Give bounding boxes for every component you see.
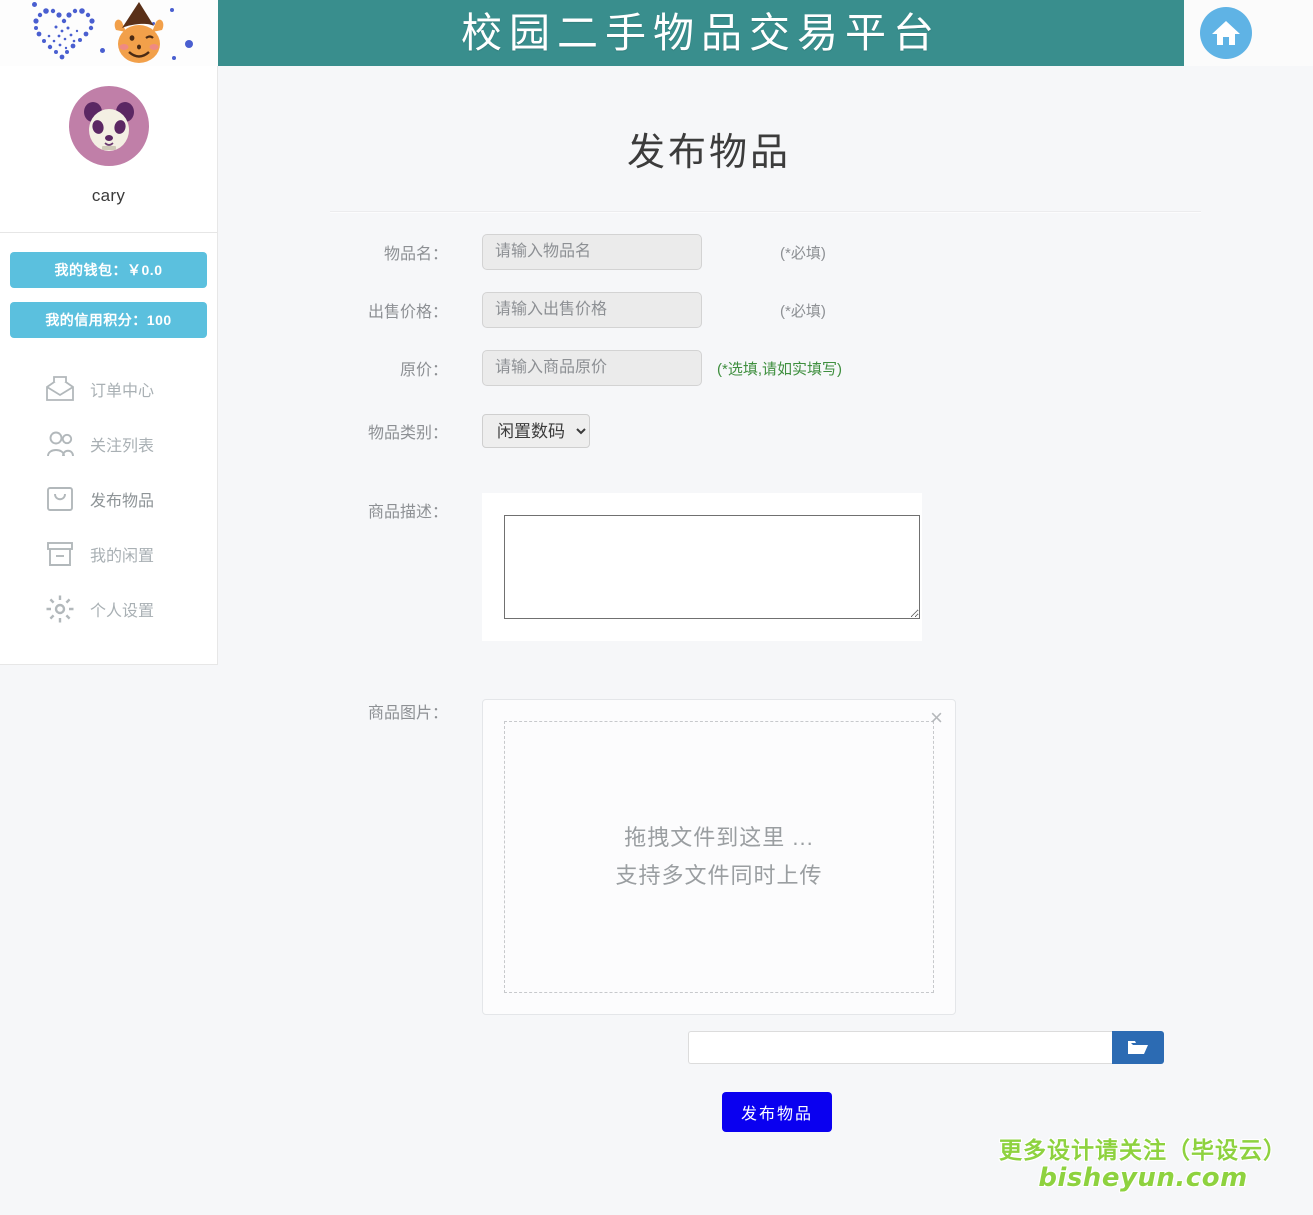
description-label: 商品描述： — [330, 493, 482, 522]
user-profile: cary — [0, 66, 217, 233]
credit-score-badge[interactable]: 我的信用积分：100 — [10, 302, 207, 338]
item-name-label: 物品名： — [330, 240, 482, 264]
users-icon — [44, 428, 76, 460]
form-row-original-price: 原价： (*选填,请如实填写) — [218, 350, 1313, 386]
description-card — [482, 493, 922, 641]
form-row-description: 商品描述： — [218, 493, 1313, 641]
form-row-item-name: 物品名： (*必填) — [218, 234, 1313, 270]
panda-avatar — [69, 86, 149, 166]
sidebar-item-label: 个人设置 — [90, 597, 154, 621]
username: cary — [0, 186, 217, 206]
original-price-input[interactable] — [482, 350, 702, 386]
sidebar-item-label: 我的闲置 — [90, 542, 154, 566]
item-name-hint: (*必填) — [780, 242, 826, 263]
gear-icon — [44, 593, 76, 625]
sidebar-item-following-list[interactable]: 关注列表 — [0, 416, 217, 471]
deco-dot — [32, 2, 37, 7]
shopping-bag-icon — [44, 483, 76, 515]
form-row-sale-price: 出售价格： (*必填) — [218, 292, 1313, 328]
app-header: 校园二手物品交易平台 — [218, 0, 1184, 66]
sidebar-item-personal-settings[interactable]: 个人设置 — [0, 581, 217, 636]
envelope-open-icon — [44, 373, 76, 405]
home-button[interactable] — [1200, 7, 1252, 59]
archive-box-icon — [44, 538, 76, 570]
original-price-hint: (*选填,请如实填写) — [717, 358, 842, 379]
home-icon — [1209, 16, 1243, 50]
dropzone-card: × 拖拽文件到这里 ... 支持多文件同时上传 — [482, 699, 956, 1015]
deco-dot — [170, 8, 174, 12]
header-right-area — [1184, 0, 1313, 66]
sidebar-item-order-center[interactable]: 订单中心 — [0, 361, 217, 416]
witch-hat-smiley-icon — [108, 2, 170, 66]
sidebar-item-publish-item[interactable]: 发布物品 — [0, 471, 217, 526]
sale-price-input[interactable] — [482, 292, 702, 328]
app-title: 校园二手物品交易平台 — [218, 0, 1184, 66]
publish-item-button[interactable]: 发布物品 — [722, 1092, 832, 1132]
sale-price-hint: (*必填) — [780, 300, 826, 321]
form-row-category: 物品类别： 闲置数码 — [218, 414, 1313, 448]
file-dropzone[interactable]: 拖拽文件到这里 ... 支持多文件同时上传 — [504, 721, 934, 993]
dropzone-line-2: 支持多文件同时上传 — [615, 857, 822, 895]
sidebar-divider — [0, 232, 217, 233]
dotted-heart-icon — [26, 3, 106, 65]
sidebar-item-label: 关注列表 — [90, 432, 154, 456]
original-price-label: 原价： — [330, 356, 482, 380]
sidebar-item-label: 订单中心 — [90, 377, 154, 401]
file-path-input[interactable] — [688, 1031, 1112, 1064]
sidebar-item-label: 发布物品 — [90, 487, 154, 511]
deco-dot — [172, 56, 176, 60]
sidebar-badges: 我的钱包：￥0.0 我的信用积分：100 — [0, 252, 217, 338]
wallet-badge[interactable]: 我的钱包：￥0.0 — [10, 252, 207, 288]
title-divider — [330, 211, 1201, 212]
item-name-input[interactable] — [482, 234, 702, 270]
submit-row: 发布物品 — [218, 1092, 1313, 1132]
category-select[interactable]: 闲置数码 — [482, 414, 590, 448]
sidebar: cary 我的钱包：￥0.0 我的信用积分：100 订单中心 — [0, 0, 218, 665]
page-title: 发布物品 — [218, 121, 1313, 176]
dropzone-line-1: 拖拽文件到这里 ... — [624, 819, 813, 857]
description-textarea[interactable] — [504, 515, 920, 619]
sidebar-nav: 订单中心 关注列表 发布物品 — [0, 361, 217, 636]
images-label: 商品图片： — [330, 699, 482, 723]
deco-dot — [185, 40, 193, 48]
sidebar-item-my-idle-items[interactable]: 我的闲置 — [0, 526, 217, 581]
decoration-banner — [0, 0, 218, 66]
file-picker-row — [218, 1031, 1313, 1064]
folder-open-icon — [1127, 1039, 1149, 1057]
sale-price-label: 出售价格： — [330, 298, 482, 322]
deco-dot — [100, 48, 105, 53]
main-content: 发布物品 物品名： (*必填) 出售价格： (*必填) 原价： (*选填,请如实… — [218, 66, 1313, 1215]
category-label: 物品类别： — [330, 419, 482, 443]
form-row-images: 商品图片： × 拖拽文件到这里 ... 支持多文件同时上传 — [218, 699, 1313, 1015]
avatar[interactable] — [69, 86, 149, 166]
browse-files-button[interactable] — [1112, 1031, 1164, 1064]
close-icon[interactable]: × — [930, 707, 943, 729]
